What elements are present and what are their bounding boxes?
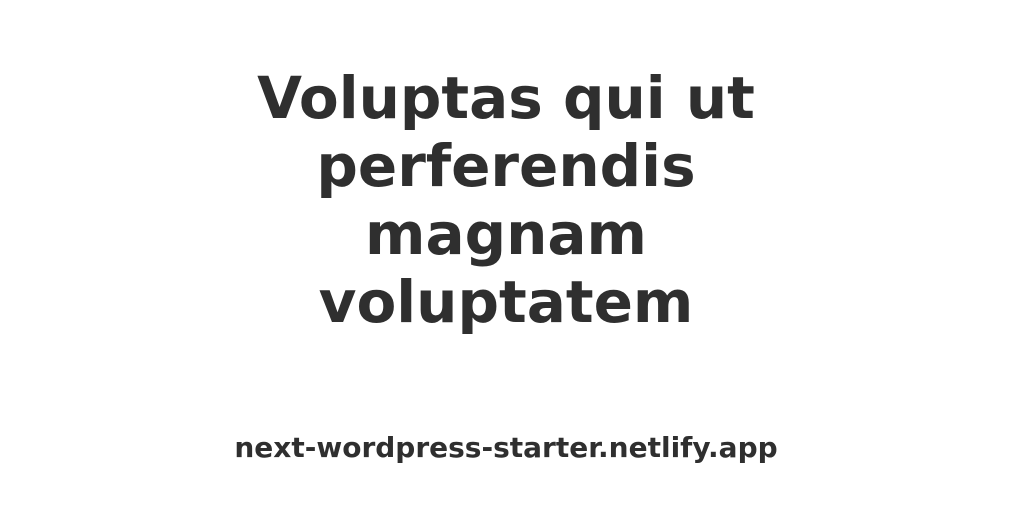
social-preview-card: Voluptas qui ut perferendis magnam volup…	[0, 0, 1012, 506]
site-url: next-wordpress-starter.netlify.app	[234, 431, 778, 464]
post-title: Voluptas qui ut perferendis magnam volup…	[257, 64, 755, 336]
